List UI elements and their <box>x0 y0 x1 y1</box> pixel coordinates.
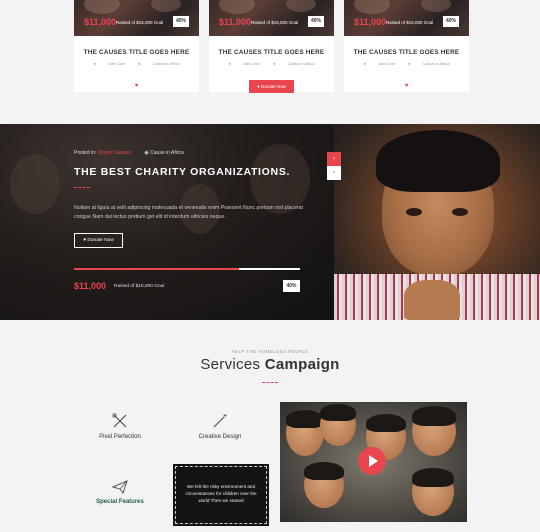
cause-meta: ● John Doe ● Cause in Africa <box>344 61 469 66</box>
heart-icon[interactable]: ♥ <box>74 83 199 89</box>
hero-donate-label: Donate Now <box>87 238 114 243</box>
child-hands <box>404 280 460 320</box>
cause-percent-badge: 40% <box>443 16 459 27</box>
child-figure <box>320 404 356 446</box>
location-icon: ● <box>408 61 411 66</box>
cause-amount: $11,000 <box>219 17 252 27</box>
cause-card[interactable]: $11,000 Raised of $15,000 Goal 40% THE C… <box>209 0 334 92</box>
cause-meta: ● John Doe ● Cause in Africa <box>209 61 334 66</box>
cause-amount: $11,000 <box>84 17 117 27</box>
cause-meta: ● John Doe ● Cause in Africa <box>74 61 199 66</box>
hero-progress-fill <box>74 268 239 270</box>
cause-goal: Raised of $15,000 Goal <box>251 20 299 25</box>
cause-goal: Raised of $15,000 Goal <box>116 20 164 25</box>
cause-card[interactable]: $11,000 Raised of $15,000 Goal 40% THE C… <box>344 0 469 92</box>
hero-percent-badge: 40% <box>283 280 300 292</box>
location-icon: ● <box>273 61 276 66</box>
slider-next-button[interactable]: › <box>327 152 341 166</box>
feature-creative-design[interactable]: Creative Design <box>188 413 252 440</box>
cause-title[interactable]: THE CAUSES TITLE GOES HERE <box>74 49 199 56</box>
feature-label: Special Features <box>96 499 144 505</box>
magic-wand-icon <box>213 414 227 428</box>
child-figure <box>304 462 344 508</box>
heart-icon: ♥ <box>83 238 87 243</box>
user-icon: ● <box>363 61 366 66</box>
cause-percent-badge: 40% <box>308 16 324 27</box>
posted-label: Posted in: <box>74 150 97 156</box>
services-section: HELP THE HOMELESS PEOPLE Services Campai… <box>0 320 540 532</box>
services-title: Services Campaign <box>0 356 540 373</box>
heart-icon: ♥ <box>257 84 260 89</box>
pencil-ruler-icon <box>112 413 127 428</box>
services-subtitle: HELP THE HOMELESS PEOPLE <box>231 349 309 354</box>
heart-icon[interactable]: ♥ <box>344 83 469 89</box>
hero-amount: $11,000 <box>74 281 107 291</box>
child-figure <box>412 406 456 456</box>
hero-divider <box>74 187 90 189</box>
cause-author: John Doe <box>377 61 396 66</box>
play-icon[interactable] <box>358 447 386 475</box>
services-title-bold: Campaign <box>264 356 340 373</box>
cause-author: John Doe <box>242 61 261 66</box>
donate-now-button[interactable]: ♥ Donate Now <box>249 80 294 93</box>
services-textbox: We felt the risky environment and circum… <box>173 464 269 526</box>
hero-progress-bar <box>74 268 300 270</box>
services-divider <box>262 382 278 384</box>
hero-child-photo <box>334 124 540 320</box>
cause-title[interactable]: THE CAUSES TITLE GOES HERE <box>344 49 469 56</box>
user-icon: ● <box>228 61 231 66</box>
hero-title: THE BEST CHARITY ORGANIZATIONS. <box>74 166 291 178</box>
cause-title[interactable]: THE CAUSES TITLE GOES HERE <box>209 49 334 56</box>
posted-category-link[interactable]: Urgent Causes <box>98 150 131 156</box>
child-eye <box>452 208 468 216</box>
paper-plane-icon <box>112 480 128 494</box>
donate-now-label: Donate Now <box>261 84 286 89</box>
cause-card[interactable]: $11,000 Raised of $15,000 Goal 40% THE C… <box>74 0 199 92</box>
child-eye <box>406 208 422 216</box>
hero-posted-line: Posted in: Urgent Causes ◉ Cause in Afri… <box>74 150 184 156</box>
cause-amount: $11,000 <box>354 17 387 27</box>
cause-percent-badge: 40% <box>173 16 189 27</box>
services-title-light: Services <box>200 356 261 373</box>
slider-prev-button[interactable]: ‹ <box>327 166 341 180</box>
cause-goal: Raised of $15,000 Goal <box>386 20 434 25</box>
child-hair <box>376 130 500 192</box>
user-icon: ● <box>93 61 96 66</box>
cause-author: John Doe <box>107 61 126 66</box>
feature-special-features[interactable]: Special Features <box>88 480 152 505</box>
cause-location: Cause in Africa <box>287 61 315 66</box>
child-figure <box>286 410 324 456</box>
feature-pixel-perfection[interactable]: Pixel Perfection <box>88 413 152 440</box>
cause-location: Cause in Africa <box>152 61 180 66</box>
hero-description: Nullam at ligula at velit adipiscing mal… <box>74 205 303 220</box>
location-icon: ● <box>138 61 141 66</box>
crowd-figure <box>10 154 60 214</box>
feature-label: Creative Design <box>198 434 242 440</box>
child-figure <box>412 468 454 516</box>
hero-goal: Raised of $15,000 Goal <box>114 284 165 289</box>
causes-cards-section: $11,000 Raised of $15,000 Goal 40% THE C… <box>0 0 540 124</box>
cause-location: Cause in Africa <box>422 61 450 66</box>
location-icon: ◉ <box>144 150 149 156</box>
hero-location: Cause in Africa <box>150 150 184 156</box>
feature-label: Pixel Perfection <box>99 434 141 440</box>
campaign-video[interactable] <box>280 402 467 522</box>
hero-donate-button[interactable]: ♥ Donate Now <box>74 233 123 248</box>
